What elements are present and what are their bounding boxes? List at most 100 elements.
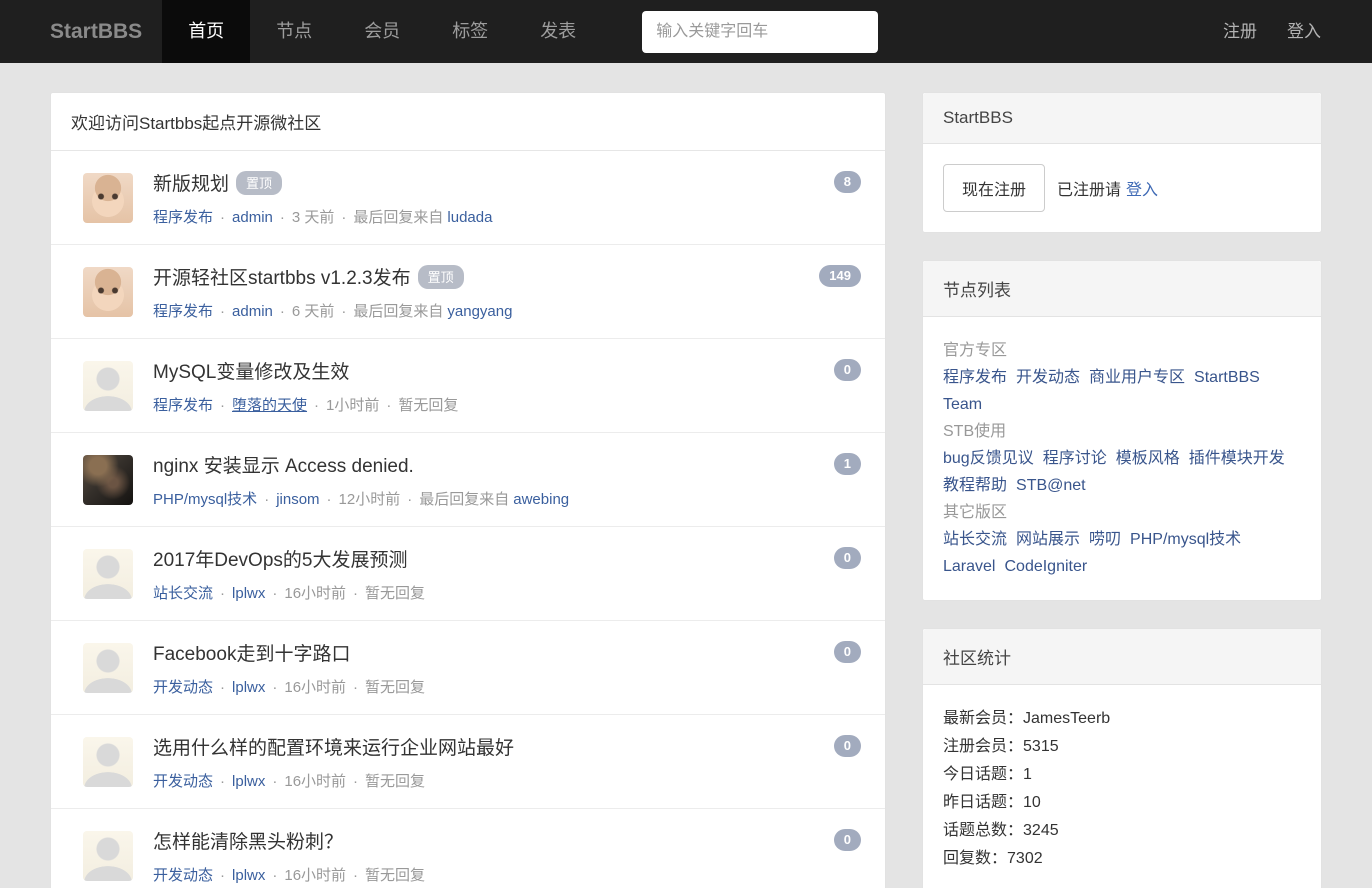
node-link[interactable]: STB@net [1016, 477, 1086, 494]
author-link[interactable]: lplwx [232, 679, 265, 696]
node-link[interactable]: 开发动态 [153, 773, 213, 790]
login-link[interactable]: 登入 [1272, 0, 1336, 63]
author-link[interactable]: 堕落的天使 [232, 397, 307, 414]
topic-title[interactable]: 新版规划 [153, 174, 229, 195]
user-avatar[interactable] [83, 831, 133, 881]
node-link[interactable]: 站长交流 [153, 585, 213, 602]
stat-total-topics: 话题总数：3245 [943, 817, 1301, 845]
no-reply-text: 暂无回复 [365, 585, 425, 602]
pinned-badge: 置顶 [418, 265, 464, 289]
reply-count-badge: 0 [834, 641, 861, 663]
last-reply-user[interactable]: ludada [447, 209, 492, 226]
user-avatar[interactable] [83, 173, 133, 223]
navbar-right: 注册 登入 [1208, 0, 1336, 63]
topic-content: 开源轻社区startbbs v1.2.3发布置顶 程序发布 · admin · 6 天前… [153, 263, 819, 321]
last-reply-user[interactable]: awebing [513, 491, 569, 508]
page-body: 欢迎访问Startbbs起点开源微社区 新版规划置顶 程序发布·admin·3 … [0, 63, 1372, 888]
separator-dot: · [280, 303, 285, 320]
node-link[interactable]: 程序发布 [153, 303, 213, 320]
node-link[interactable]: 商业用户专区 [1089, 369, 1185, 386]
separator-dot: · [407, 491, 412, 508]
topic-row: 2017年DevOps的5大发展预测 站长交流·lplwx·16小时前·暂无回复… [51, 527, 885, 621]
topic-meta: 开发动态·lplwx·16小时前·暂无回复 [153, 770, 834, 791]
nav-item-home[interactable]: 首页 [162, 0, 250, 63]
user-avatar[interactable] [83, 737, 133, 787]
node-link[interactable]: 程序发布 [153, 209, 213, 226]
user-avatar[interactable] [83, 643, 133, 693]
search-input[interactable] [642, 11, 878, 53]
nav-item-tags[interactable]: 标签 [426, 0, 514, 63]
node-link[interactable]: 程序发布 [153, 397, 213, 414]
nav-item-members[interactable]: 会员 [338, 0, 426, 63]
topic-title[interactable]: MySQL变量修改及生效 [153, 362, 349, 383]
node-link[interactable]: 网站展示 [1016, 531, 1080, 548]
topic-title[interactable]: Facebook走到十字路口 [153, 644, 350, 665]
author-link[interactable]: jinsom [276, 491, 319, 508]
last-reply-user[interactable]: yangyang [447, 303, 512, 320]
node-link[interactable]: 模板风格 [1116, 450, 1180, 467]
stat-label: 话题总数： [943, 822, 1023, 839]
user-avatar[interactable] [83, 361, 133, 411]
register-now-button[interactable]: 现在注册 [943, 164, 1045, 212]
topic-title[interactable]: nginx 安装显示 Access denied. [153, 456, 414, 477]
node-link[interactable]: Laravel [943, 558, 995, 575]
separator-dot: · [220, 209, 225, 226]
stat-value: 7302 [1007, 850, 1043, 867]
author-link[interactable]: lplwx [232, 867, 265, 884]
topic-time: 6 天前 [292, 303, 335, 320]
node-link[interactable]: CodeIgniter [1004, 558, 1087, 575]
topic-row: 新版规划置顶 程序发布·admin·3 天前·最后回复来自ludada 8 [51, 151, 885, 245]
reply-count-badge: 8 [834, 171, 861, 193]
node-link[interactable]: PHP/mysql技术 [1130, 531, 1241, 548]
topic-title[interactable]: 怎样能清除黑头粉刺？ [153, 832, 343, 853]
topic-title[interactable]: 开源轻社区startbbs v1.2.3发布 [153, 268, 411, 289]
no-reply-text: 暂无回复 [398, 397, 458, 414]
separator-dot: · [314, 397, 319, 414]
node-link[interactable]: 教程帮助 [943, 477, 1007, 494]
node-link[interactable]: PHP/mysql技术 [153, 491, 257, 508]
sidebar: StartBBS 现在注册 已注册请 登入 节点列表 官方专区 程序发布开发动态… [922, 92, 1322, 888]
user-avatar[interactable] [83, 455, 133, 505]
node-link[interactable]: bug反馈见议 [943, 450, 1034, 467]
author-link[interactable]: lplwx [232, 773, 265, 790]
topic-content: 怎样能清除黑头粉刺？ 开发动态·lplwx·16小时前·暂无回复 [153, 827, 834, 885]
separator-dot: · [272, 773, 277, 790]
separator-dot: · [220, 303, 225, 320]
author-link[interactable]: lplwx [232, 585, 265, 602]
topic-title[interactable]: 2017年DevOps的5大发展预测 [153, 550, 407, 571]
node-link[interactable]: 程序讨论 [1043, 450, 1107, 467]
author-link[interactable]: admin [232, 209, 273, 226]
nav-item-post[interactable]: 发表 [514, 0, 602, 63]
last-reply-text: 最后回复来自 [419, 491, 509, 508]
nav-item-nodes[interactable]: 节点 [250, 0, 338, 63]
node-link[interactable]: 插件模块开发 [1189, 450, 1285, 467]
stat-label: 注册会员： [943, 738, 1023, 755]
topic-meta: 开发动态·lplwx·16小时前·暂无回复 [153, 676, 834, 697]
node-link[interactable]: 唠叨 [1089, 531, 1121, 548]
sidebar-login-link[interactable]: 登入 [1126, 176, 1158, 200]
node-link[interactable]: 开发动态 [153, 867, 213, 884]
topic-content: 新版规划置顶 程序发布·admin·3 天前·最后回复来自ludada [153, 169, 834, 227]
node-link[interactable]: 开发动态 [1016, 369, 1080, 386]
topic-time: 16小时前 [284, 867, 346, 884]
topic-time: 16小时前 [284, 585, 346, 602]
register-link[interactable]: 注册 [1208, 0, 1272, 63]
author-link[interactable]: admin [232, 303, 273, 320]
separator-dot: · [220, 773, 225, 790]
brand-logo[interactable]: StartBBS [50, 0, 142, 63]
node-link[interactable]: 开发动态 [153, 679, 213, 696]
nodes-panel-title: 节点列表 [923, 261, 1321, 317]
node-link[interactable]: 站长交流 [943, 531, 1007, 548]
stat-value: JamesTeerb [1023, 710, 1110, 727]
stats-panel-title: 社区统计 [923, 629, 1321, 685]
topic-content: Facebook走到十字路口 开发动态·lplwx·16小时前·暂无回复 [153, 639, 834, 697]
user-avatar[interactable] [83, 549, 133, 599]
node-link[interactable]: 程序发布 [943, 369, 1007, 386]
last-reply-text: 最后回复来自 [353, 209, 443, 226]
stat-topics-yesterday: 昨日话题：10 [943, 789, 1301, 817]
stat-label: 昨日话题： [943, 794, 1023, 811]
user-avatar[interactable] [83, 267, 133, 317]
topic-row: 选用什么样的配置环境来运行企业网站最好 开发动态·lplwx·16小时前·暂无回… [51, 715, 885, 809]
separator-dot: · [353, 585, 358, 602]
topic-title[interactable]: 选用什么样的配置环境来运行企业网站最好 [153, 738, 514, 759]
